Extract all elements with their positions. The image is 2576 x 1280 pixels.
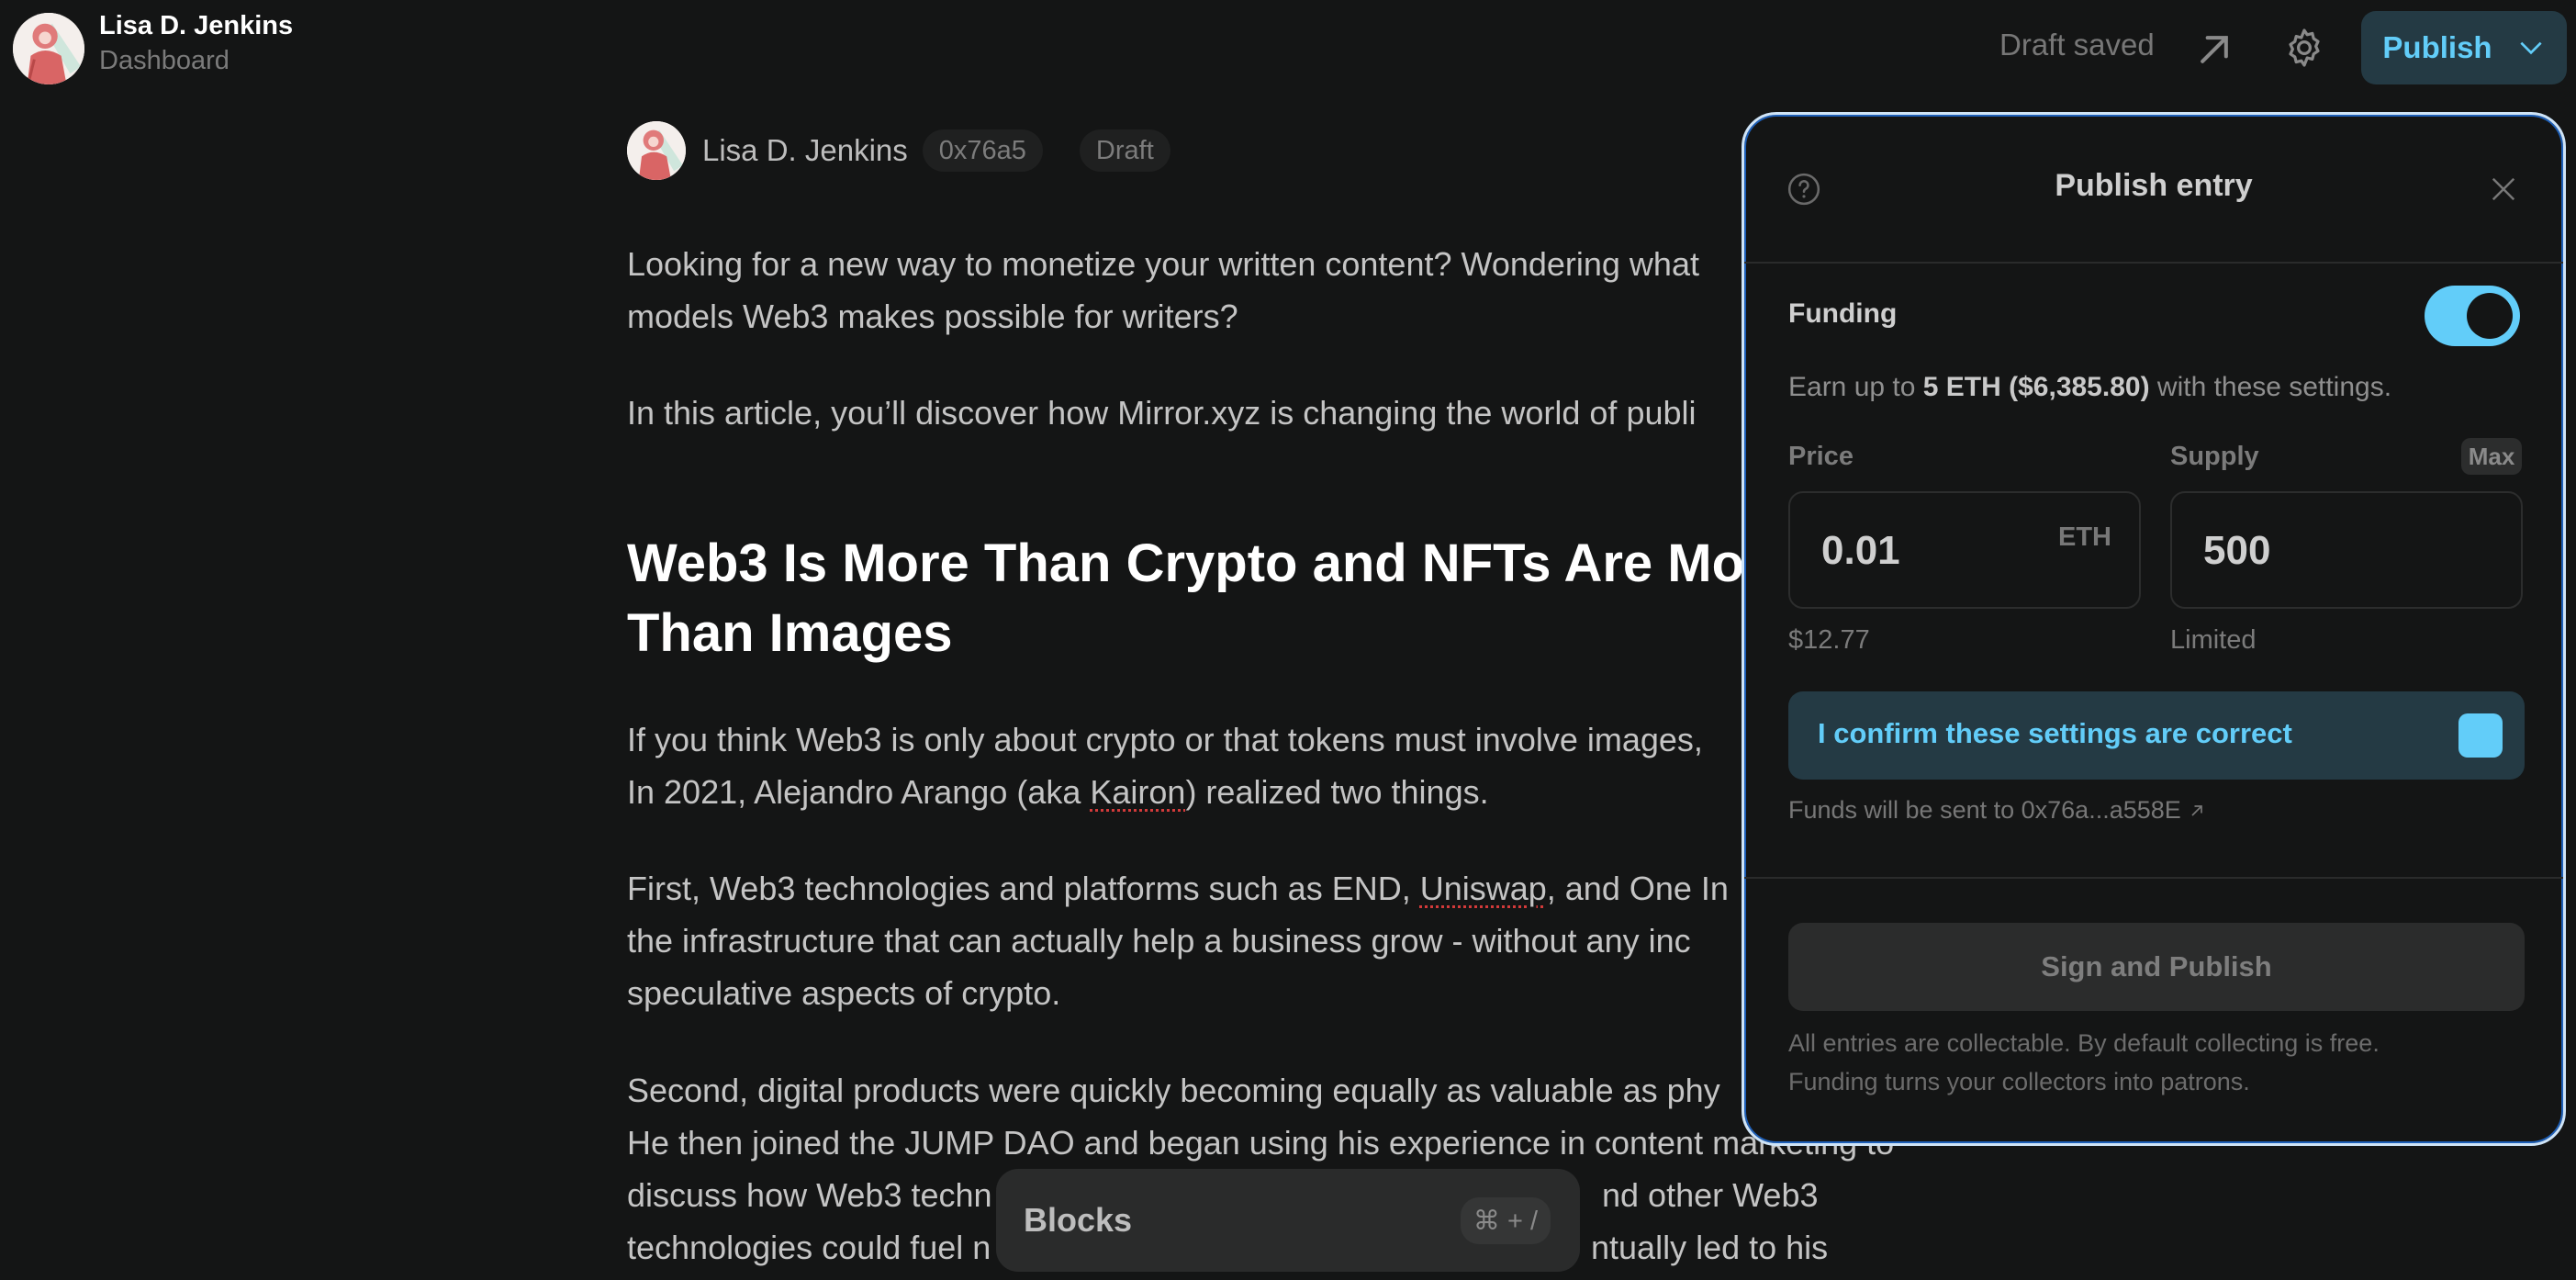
paragraph-line: Second, digital products were quickly be… bbox=[627, 1072, 1720, 1109]
publish-button[interactable]: Publish bbox=[2361, 11, 2567, 84]
avatar-illustration bbox=[627, 121, 686, 180]
external-link-icon bbox=[2191, 805, 2203, 816]
text: , and One In bbox=[1546, 870, 1729, 907]
paragraph-line: First, Web3 technologies and platforms s… bbox=[627, 862, 1729, 915]
gear-icon[interactable] bbox=[2282, 26, 2326, 70]
supply-field[interactable] bbox=[2170, 491, 2523, 609]
checkbox-icon[interactable] bbox=[2458, 713, 2503, 758]
sign-and-publish-button[interactable]: Sign and Publish bbox=[1788, 923, 2525, 1011]
publish-button-label: Publish bbox=[2382, 30, 2492, 64]
earn-amount: 5 ETH ($6,385.80) bbox=[1922, 372, 2150, 402]
status-badge: Draft bbox=[1079, 129, 1170, 172]
funding-label: Funding bbox=[1788, 298, 1898, 329]
confirm-label: I confirm these settings are correct bbox=[1818, 717, 2292, 749]
misspelled-word[interactable]: Kairon bbox=[1090, 773, 1185, 811]
author-name[interactable]: Lisa D. Jenkins bbox=[702, 133, 908, 168]
blocks-menu-button[interactable]: Blocks ⌘ + / bbox=[996, 1169, 1580, 1272]
footnote: All entries are collectable. By default … bbox=[1788, 1024, 2380, 1101]
paragraph-line: He then joined the JUMP DAO and began us… bbox=[627, 1124, 1895, 1162]
section-heading-line: Than Images bbox=[627, 603, 953, 663]
panel-title: Publish entry bbox=[2055, 168, 2253, 203]
price-unit: ETH bbox=[2058, 522, 2111, 552]
text: First, Web3 technologies and platforms s… bbox=[627, 870, 1420, 907]
price-input[interactable] bbox=[1820, 493, 2044, 609]
funding-toggle[interactable] bbox=[2425, 286, 2520, 346]
paragraph-line: In 2021, Alejandro Arango (aka Kairon) r… bbox=[627, 766, 1489, 818]
text: with these settings. bbox=[2149, 372, 2392, 402]
price-label: Price bbox=[1788, 442, 1854, 471]
paragraph-line: ntually led to his bbox=[1591, 1229, 1829, 1266]
paragraph-line: Looking for a new way to monetize your w… bbox=[627, 245, 1699, 283]
header-user-name[interactable]: Lisa D. Jenkins bbox=[99, 11, 293, 41]
supply-type: Limited bbox=[2170, 625, 2257, 655]
avatar-illustration bbox=[13, 13, 84, 84]
footnote-line: All entries are collectable. By default … bbox=[1788, 1029, 2380, 1057]
toggle-knob bbox=[2467, 293, 2513, 339]
paragraph-line: discuss how Web3 techn bbox=[627, 1176, 992, 1214]
text: ) realized two things. bbox=[1185, 773, 1489, 811]
confirm-settings-checkbox[interactable]: I confirm these settings are correct bbox=[1788, 691, 2525, 780]
paragraph-line: models Web3 makes possible for writers? bbox=[627, 298, 1238, 335]
supply-input[interactable] bbox=[2201, 493, 2425, 609]
earnings-summary: Earn up to 5 ETH ($6,385.80) with these … bbox=[1788, 372, 2391, 403]
supply-label: Supply bbox=[2170, 442, 2259, 471]
blocks-label: Blocks bbox=[1024, 1201, 1133, 1239]
close-icon[interactable] bbox=[2490, 175, 2517, 203]
footnote-line: Funding turns your collectors into patro… bbox=[1788, 1068, 2250, 1095]
paragraph-line: If you think Web3 is only about crypto o… bbox=[627, 721, 1703, 758]
panel-header: Publish entry bbox=[1744, 115, 2563, 264]
paragraph-line: In this article, you’ll discover how Mir… bbox=[627, 394, 1697, 432]
draft-status: Draft saved bbox=[1999, 28, 2155, 62]
divider bbox=[1744, 877, 2563, 879]
avatar[interactable] bbox=[13, 13, 84, 84]
section-heading-line: Web3 Is More Than Crypto and NFTs Are Mo bbox=[627, 533, 1745, 593]
funds-recipient-link[interactable]: Funds will be sent to 0x76a...a558E bbox=[1788, 796, 2206, 825]
paragraph-line: the infrastructure that can actually hel… bbox=[627, 922, 1691, 960]
address-badge[interactable]: 0x76a5 bbox=[922, 129, 1043, 172]
external-link-icon[interactable] bbox=[2194, 29, 2234, 70]
text: In 2021, Alejandro Arango (aka bbox=[627, 773, 1091, 811]
byline: Lisa D. Jenkins 0x76a5 Draft bbox=[627, 121, 1170, 180]
price-usd: $12.77 bbox=[1788, 625, 1870, 655]
paragraph-line: technologies could fuel n bbox=[627, 1229, 991, 1266]
text: Earn up to bbox=[1788, 372, 1923, 402]
paragraph-line: speculative aspects of crypto. bbox=[627, 974, 1061, 1012]
paragraph-line: nd other Web3 bbox=[1602, 1176, 1819, 1214]
author-avatar[interactable] bbox=[627, 121, 686, 180]
misspelled-word[interactable]: Uniswap bbox=[1420, 870, 1547, 907]
supply-max-button[interactable]: Max bbox=[2461, 438, 2522, 475]
price-field[interactable]: ETH bbox=[1788, 491, 2141, 609]
funds-text: Funds will be sent to 0x76a...a558E bbox=[1788, 796, 2181, 824]
keyboard-shortcut: ⌘ + / bbox=[1460, 1196, 1551, 1244]
dashboard-link[interactable]: Dashboard bbox=[99, 46, 230, 76]
publish-entry-panel: Publish entry Funding Earn up to 5 ETH (… bbox=[1742, 112, 2566, 1146]
chevron-down-icon bbox=[2519, 41, 2542, 55]
